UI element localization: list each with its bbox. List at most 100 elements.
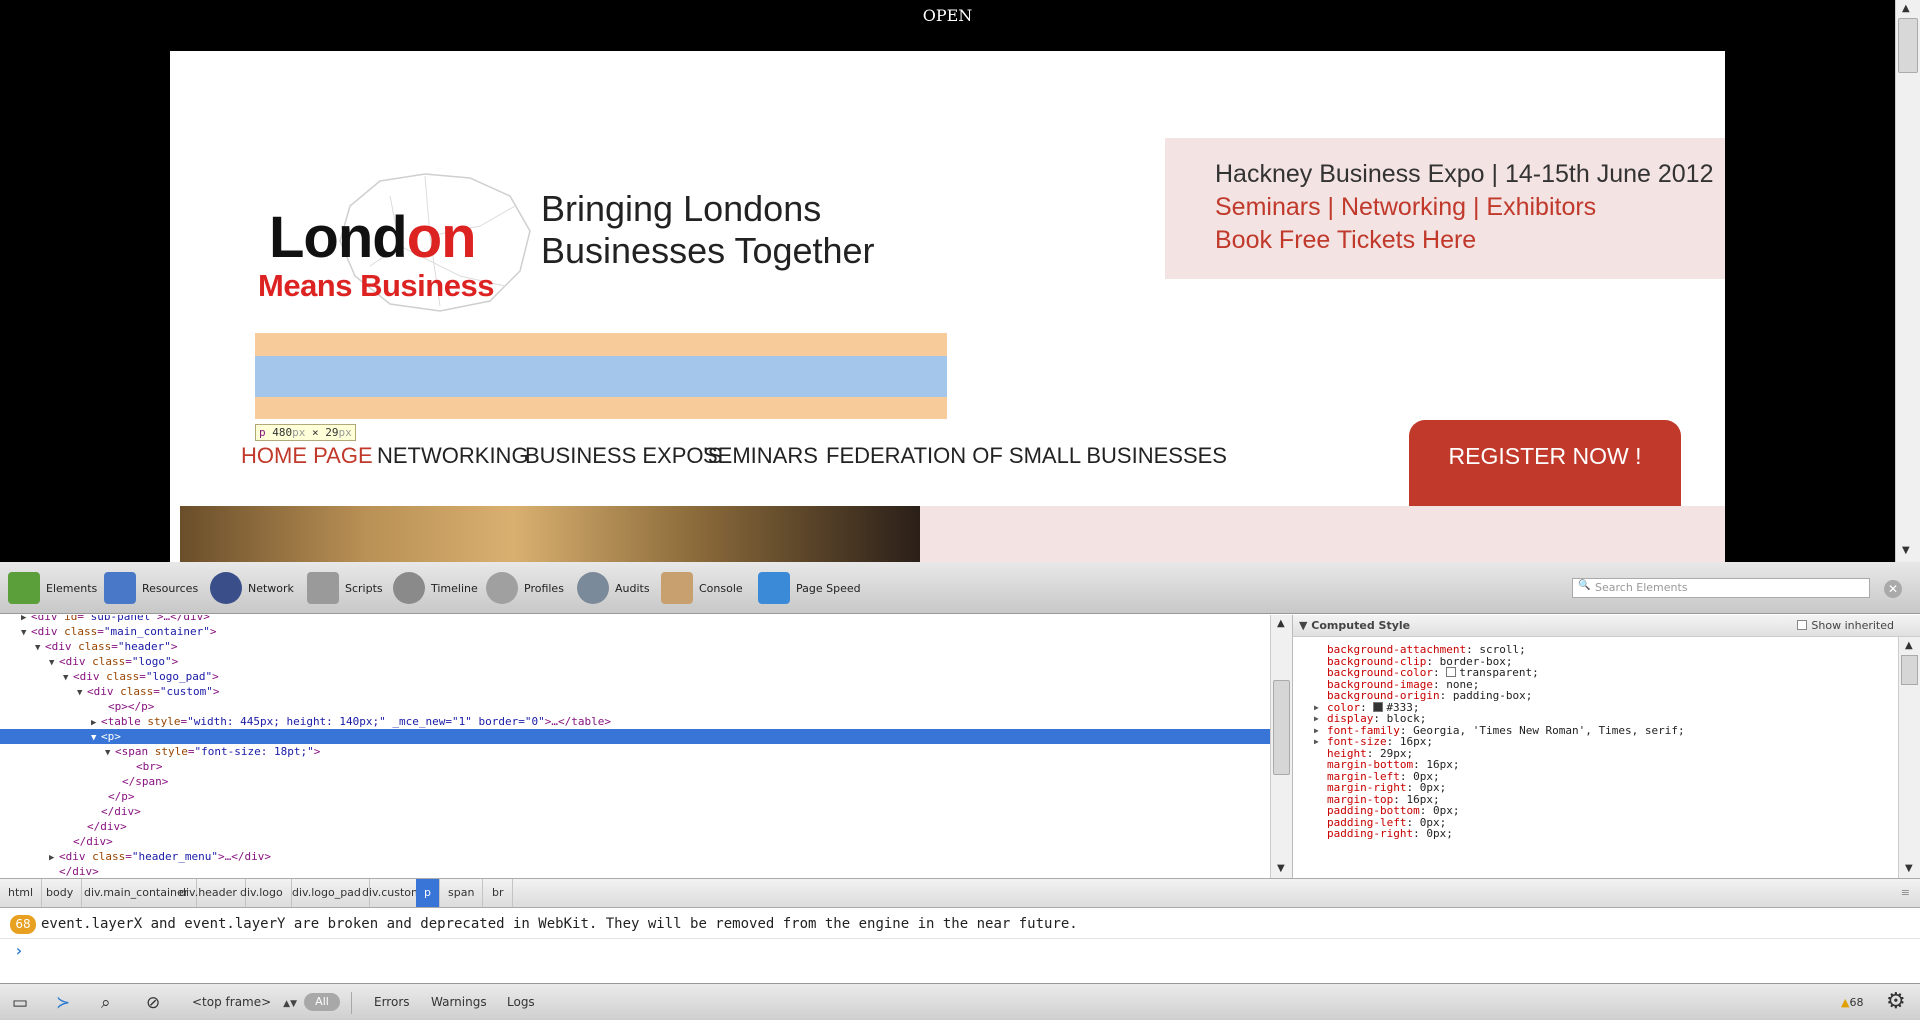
search-icon[interactable]: ⌕ [101,993,111,1013]
breadcrumb-item[interactable]: html [0,879,43,907]
open-label[interactable]: OPEN [0,6,1895,25]
page-scrollbar[interactable]: ▲ ▼ [1895,0,1920,562]
console-prompt[interactable]: › [14,941,24,960]
dock-icon[interactable]: ▭ [12,993,28,1013]
dom-node-line[interactable]: <br> [0,759,1270,774]
close-icon[interactable]: ✕ [1884,580,1902,598]
tab-resources[interactable]: Resources [104,570,198,606]
dom-attr-name: style [147,715,181,728]
filter-errors[interactable]: Errors [374,995,410,1009]
breadcrumb-item[interactable]: p [416,879,440,907]
scroll-down-icon[interactable]: ▼ [1902,545,1910,556]
color-swatch-icon[interactable] [1373,701,1384,712]
dom-node-line[interactable]: ▼ <div class="header"> [0,639,1270,654]
tooltip-width: 480 [272,426,293,439]
dom-tag-close: >…</table> [544,715,611,728]
nav-seminars[interactable]: SEMINARS [703,443,818,469]
book-tickets-link[interactable]: Book Free Tickets Here [1215,224,1725,257]
tab-console[interactable]: Console [661,570,743,606]
dom-attr-equals: = [153,685,160,698]
checkbox-icon[interactable] [1797,620,1808,630]
styles-scrollbar-thumb[interactable] [1901,655,1918,685]
frame-select[interactable]: <top frame> ▲▼ [192,995,297,1009]
expand-triangle-icon[interactable]: ▶ [1314,703,1319,712]
tab-elements[interactable]: Elements [8,570,97,606]
tab-audits[interactable]: Audits [577,570,650,606]
dom-node-line[interactable]: </span> [0,774,1270,789]
expand-triangle-icon[interactable]: ▶ [1314,737,1319,746]
dom-node-line[interactable]: </div> [0,819,1270,834]
tab-label: Timeline [431,581,478,595]
tab-timeline[interactable]: Timeline [393,570,478,606]
dom-tree[interactable]: ▶ <div id="sub-panel">…</div> ▼ <div class=… [0,615,1270,878]
dom-attr-value: "width: 445px; height: 140px;" _mce_new=… [187,715,545,728]
dom-node-line[interactable]: </p> [0,789,1270,804]
filter-warnings[interactable]: Warnings [431,995,487,1009]
nav-networking[interactable]: NETWORKING [377,443,529,469]
dom-tag: <div [59,655,93,668]
tab-network[interactable]: Network [210,570,294,606]
expand-triangle-icon[interactable]: ▶ [1314,726,1319,735]
dom-node-line[interactable]: ▼ <div class="logo"> [0,654,1270,669]
dom-node-line[interactable]: ▼ <div class="custom"> [0,684,1270,699]
scroll-up-icon[interactable]: ▲ [1277,618,1285,629]
filter-all[interactable]: All [304,993,340,1011]
nav-federation-of-small-businesses[interactable]: FEDERATION OF SMALL BUSINESSES [826,443,1227,469]
dom-node-line[interactable]: ▶ <div class="header_menu">…</div> [0,849,1270,864]
dom-attr-name: id [64,615,78,623]
clear-console-icon[interactable]: ⊘ [146,993,160,1013]
styles-scrollbar[interactable]: ▲ ▼ [1898,637,1920,878]
scroll-up-icon[interactable]: ▲ [1902,3,1910,14]
dom-tag: </div> [59,865,99,878]
property-name: padding-right [1327,827,1414,840]
dom-node-line[interactable]: ▼ <div class="main_container"> [0,624,1270,639]
status-warning-count: 68 [1849,996,1864,1009]
dom-tree-scrollbar-thumb[interactable] [1273,680,1290,775]
expand-triangle-icon[interactable]: ▶ [1314,714,1319,723]
resize-handle-icon[interactable]: ≡ [1901,879,1910,907]
dom-node-line[interactable]: ▶ <div id="sub-panel">…</div> [0,615,1270,624]
tab-page-speed[interactable]: Page Speed [758,570,861,606]
breadcrumb-item[interactable]: br [484,879,513,907]
color-swatch-icon[interactable] [1446,667,1457,677]
console-icon [661,572,693,604]
show-inherited-checkbox[interactable]: Show inherited [1797,619,1894,632]
page-speed-icon [758,572,790,604]
inspector-highlight-margin-bottom [255,397,947,419]
show-inherited-label: Show inherited [1811,619,1894,632]
nav-home-page[interactable]: HOME PAGE [241,443,373,469]
status-warning-indicator[interactable]: ▲68 [1841,996,1863,1009]
dom-node-line[interactable]: <p></p> [0,699,1270,714]
inspector-highlight-content [255,356,947,397]
computed-style-header[interactable]: ▼ Computed Style Show inherited [1293,615,1920,637]
page-scrollbar-thumb[interactable] [1898,18,1918,73]
dom-node-line[interactable]: ▼ <span style="font-size: 18pt;"> [0,744,1270,759]
dom-node-line[interactable]: </div> [0,834,1270,849]
tab-scripts[interactable]: Scripts [307,570,383,606]
breadcrumb-item[interactable]: span [440,879,484,907]
dom-tree-scrollbar[interactable]: ▲ ▼ [1270,615,1292,878]
devtools-status-bar: ▭ ≻ ⌕ ⊘ <top frame> ▲▼ All Errors Warning… [0,983,1920,1020]
dom-tag: </p> [108,790,135,803]
filter-logs[interactable]: Logs [507,995,535,1009]
timeline-icon [393,572,425,604]
tab-label: Resources [142,581,199,595]
nav-business-expos[interactable]: BUSINESS EXPO'S [525,443,722,469]
gear-icon[interactable]: ⚙ [1886,989,1906,1014]
scroll-up-icon[interactable]: ▲ [1905,640,1913,651]
breadcrumb-item[interactable]: div.logo [232,879,292,907]
dom-attr-name: class [92,850,126,863]
register-now-button[interactable]: REGISTER NOW ! [1409,420,1681,510]
dom-node-line[interactable]: </div> [0,864,1270,878]
dom-node-line[interactable]: ▼ <div class="logo_pad"> [0,669,1270,684]
dom-node-line[interactable]: ▼ <p> [0,729,1270,744]
tab-profiles[interactable]: Profiles [486,570,564,606]
dom-node-line[interactable]: </div> [0,804,1270,819]
expo-links[interactable]: Seminars | Networking | Exhibitors [1215,191,1725,224]
inspector-highlight-margin-top [255,333,947,356]
dom-node-line[interactable]: ▶ <table style="width: 445px; height: 140… [0,714,1270,729]
scroll-down-icon[interactable]: ▼ [1277,863,1285,874]
search-elements-input[interactable]: Search Elements [1572,578,1870,598]
scroll-down-icon[interactable]: ▼ [1905,863,1913,874]
console-toggle-icon[interactable]: ≻ [56,993,70,1013]
